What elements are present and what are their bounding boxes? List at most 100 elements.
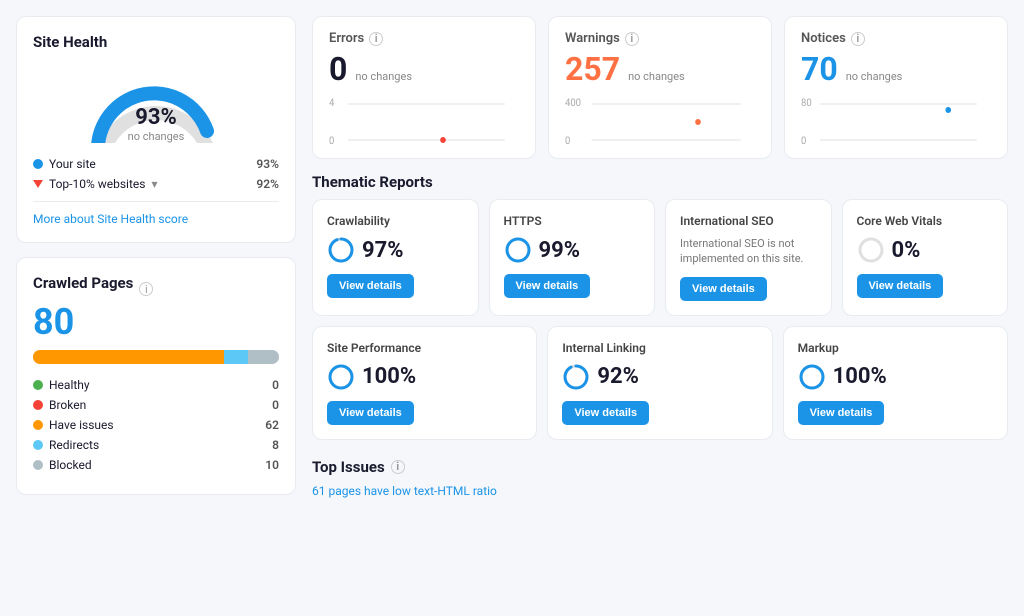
report-core-web-vitals-title: Core Web Vitals bbox=[857, 214, 994, 228]
issues-count: 62 bbox=[265, 418, 279, 432]
internal-linking-view-btn[interactable]: View details bbox=[562, 401, 649, 425]
site-health-card: Site Health 93% no changes bbox=[16, 16, 296, 243]
svg-text:0: 0 bbox=[565, 136, 570, 147]
svg-text:0: 0 bbox=[329, 136, 334, 147]
https-progress-circle bbox=[504, 236, 532, 264]
crawlability-view-btn[interactable]: View details bbox=[327, 274, 414, 298]
gauge-sub: no changes bbox=[86, 130, 226, 143]
top10-value: 92% bbox=[256, 177, 279, 191]
https-percent: 99% bbox=[539, 238, 581, 263]
redirects-label: Redirects bbox=[49, 438, 99, 452]
redirects-count: 8 bbox=[272, 438, 279, 452]
warnings-change: no changes bbox=[628, 70, 685, 83]
crawled-pages-title-row: Crawled Pages i bbox=[33, 274, 279, 304]
report-site-performance-title: Site Performance bbox=[327, 341, 522, 355]
your-site-row: Your site 93% bbox=[33, 157, 279, 171]
broken-label: Broken bbox=[49, 398, 86, 412]
thematic-reports-section: Thematic Reports Crawlability 97% View d… bbox=[312, 173, 1008, 440]
issues-row: Have issues 62 bbox=[33, 418, 279, 432]
gauge-container: 93% no changes bbox=[33, 63, 279, 143]
notices-value: 70 bbox=[801, 50, 838, 88]
crawled-pages-card: Crawled Pages i 80 Healthy 0 Broken bbox=[16, 257, 296, 495]
top-issues-title: Top Issues i bbox=[312, 458, 1008, 476]
svg-text:0: 0 bbox=[801, 136, 806, 147]
issue-link-1[interactable]: 61 pages have low text-HTML ratio bbox=[312, 484, 497, 498]
blocked-row: Blocked 10 bbox=[33, 458, 279, 472]
redirects-row: Redirects 8 bbox=[33, 438, 279, 452]
https-view-btn[interactable]: View details bbox=[504, 274, 591, 298]
warnings-sparkline: 400 0 bbox=[565, 96, 755, 148]
svg-text:4: 4 bbox=[329, 98, 335, 109]
top10-dropdown-icon[interactable]: ▾ bbox=[151, 177, 157, 191]
issues-label: Have issues bbox=[49, 418, 114, 432]
report-international-seo-title: International SEO bbox=[680, 214, 817, 228]
site-perf-view-btn[interactable]: View details bbox=[327, 401, 414, 425]
reports-grid-bottom: Site Performance 100% View details Inter… bbox=[312, 326, 1008, 440]
site-health-legend: Your site 93% Top-10% websites ▾ 92% Mor… bbox=[33, 157, 279, 226]
report-https: HTTPS 99% View details bbox=[489, 199, 656, 316]
your-site-label: Your site bbox=[49, 157, 96, 171]
warnings-title: Warnings i bbox=[565, 31, 755, 46]
thematic-reports-title: Thematic Reports bbox=[312, 173, 1008, 191]
report-crawlability-title: Crawlability bbox=[327, 214, 464, 228]
your-site-value: 93% bbox=[256, 157, 279, 171]
markup-view-btn[interactable]: View details bbox=[798, 401, 885, 425]
gauge-text: 93% no changes bbox=[86, 105, 226, 143]
warnings-card: Warnings i 257 no changes 400 0 bbox=[548, 16, 772, 159]
report-markup: Markup 100% View details bbox=[783, 326, 1008, 440]
svg-text:400: 400 bbox=[565, 98, 581, 109]
errors-card: Errors i 0 no changes 4 0 bbox=[312, 16, 536, 159]
report-international-seo-na: International SEO is not implemented on … bbox=[680, 236, 817, 267]
report-international-seo: International SEO International SEO is n… bbox=[665, 199, 832, 316]
legend-divider bbox=[33, 201, 279, 202]
bar-blocked bbox=[248, 350, 279, 364]
healthy-label: Healthy bbox=[49, 378, 90, 392]
report-https-title: HTTPS bbox=[504, 214, 641, 228]
errors-change: no changes bbox=[355, 70, 412, 83]
blocked-dot bbox=[33, 460, 43, 470]
errors-value: 0 bbox=[329, 50, 347, 88]
warnings-info-icon[interactable]: i bbox=[625, 32, 639, 46]
svg-text:80: 80 bbox=[801, 98, 812, 109]
cwv-percent: 0% bbox=[892, 238, 921, 263]
report-internal-linking-title: Internal Linking bbox=[562, 341, 757, 355]
internal-linking-progress-circle bbox=[562, 363, 590, 391]
broken-count: 0 bbox=[272, 398, 279, 412]
your-site-dot bbox=[33, 159, 43, 169]
blocked-count: 10 bbox=[265, 458, 279, 472]
errors-sparkline: 4 0 bbox=[329, 96, 519, 148]
cwv-progress-circle bbox=[857, 236, 885, 264]
notices-sparkline: 80 0 bbox=[801, 96, 991, 148]
reports-grid-top: Crawlability 97% View details HTTPS bbox=[312, 199, 1008, 316]
crawlability-progress-circle bbox=[327, 236, 355, 264]
markup-percent: 100% bbox=[833, 364, 887, 389]
healthy-row: Healthy 0 bbox=[33, 378, 279, 392]
healthy-dot bbox=[33, 380, 43, 390]
report-site-performance: Site Performance 100% View details bbox=[312, 326, 537, 440]
errors-info-icon[interactable]: i bbox=[369, 32, 383, 46]
top10-icon bbox=[33, 180, 43, 188]
blocked-label: Blocked bbox=[49, 458, 92, 472]
crawled-pages-bar bbox=[33, 350, 279, 364]
notices-title: Notices i bbox=[801, 31, 991, 46]
healthy-count: 0 bbox=[272, 378, 279, 392]
redirects-dot bbox=[33, 440, 43, 450]
top-issues-info-icon[interactable]: i bbox=[391, 460, 405, 474]
notices-info-icon[interactable]: i bbox=[851, 32, 865, 46]
report-crawlability: Crawlability 97% View details bbox=[312, 199, 479, 316]
site-health-title: Site Health bbox=[33, 33, 279, 51]
broken-row: Broken 0 bbox=[33, 398, 279, 412]
markup-progress-circle bbox=[798, 363, 826, 391]
issues-dot bbox=[33, 420, 43, 430]
notices-card: Notices i 70 no changes 80 0 bbox=[784, 16, 1008, 159]
report-core-web-vitals: Core Web Vitals 0% View details bbox=[842, 199, 1009, 316]
international-seo-view-btn[interactable]: View details bbox=[680, 277, 767, 301]
crawled-pages-count: 80 bbox=[33, 304, 279, 340]
crawled-pages-info-icon[interactable]: i bbox=[139, 282, 153, 296]
top10-label: Top-10% websites bbox=[49, 177, 145, 191]
site-perf-percent: 100% bbox=[362, 364, 416, 389]
cwv-view-btn[interactable]: View details bbox=[857, 274, 944, 298]
more-link[interactable]: More about Site Health score bbox=[33, 212, 279, 226]
gauge-chart: 93% no changes bbox=[86, 63, 226, 143]
site-perf-progress-circle bbox=[327, 363, 355, 391]
